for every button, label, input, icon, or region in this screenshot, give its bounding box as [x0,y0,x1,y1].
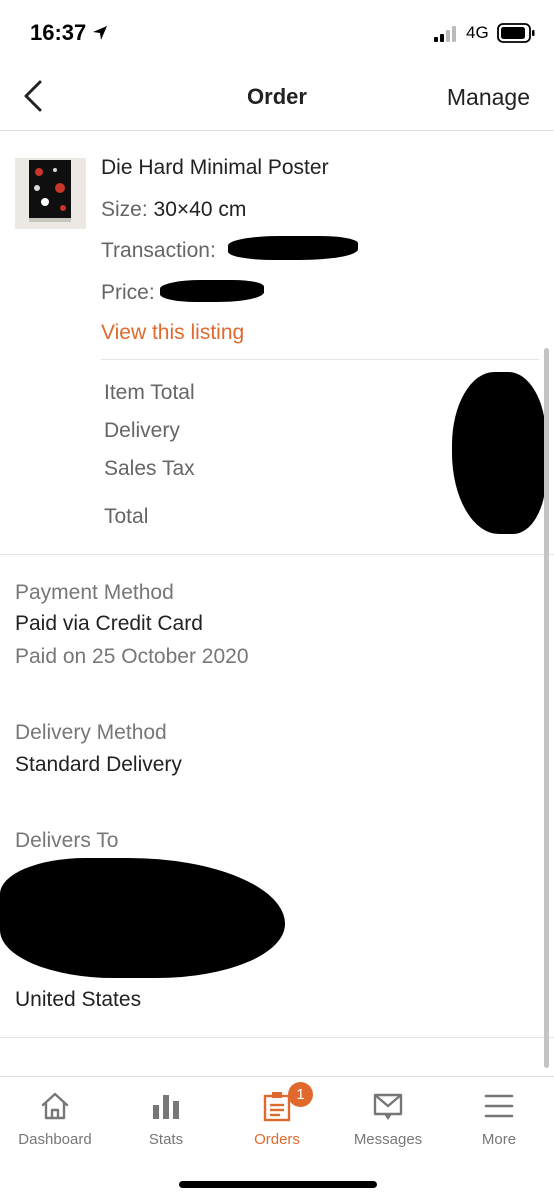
nav-bar: Order Manage [0,64,554,131]
item-total-label: Item Total [104,381,195,404]
signal-icon [434,26,456,42]
delivery-method-value: Standard Delivery [15,753,182,776]
item-title: Die Hard Minimal Poster [101,156,329,179]
delivery-method-label: Delivery Method [15,721,167,744]
view-listing-link[interactable]: View this listing [101,321,244,345]
tab-label: Messages [353,1131,423,1148]
home-icon [41,1092,69,1120]
battery-icon [497,23,535,43]
redaction-mark [228,236,358,260]
transaction-label: Transaction: [101,239,216,262]
item-price: Price: [101,281,155,305]
tab-label: Dashboard [18,1131,92,1148]
chevron-left-icon [24,80,42,112]
size-label: Size: [101,198,148,221]
tab-dashboard[interactable]: Dashboard [0,1077,110,1167]
delivery-cost-label: Delivery [104,419,180,442]
status-time: 16:37 [30,20,87,45]
redaction-mark [0,858,285,978]
tab-label: More [481,1131,517,1148]
item-size: Size: 30×40 cm [101,198,246,222]
poster-image [15,158,86,229]
network-label: 4G [466,23,489,42]
tab-orders[interactable]: Orders [222,1077,332,1167]
item-transaction: Transaction: [101,239,216,263]
scrollbar[interactable] [544,348,549,1068]
manage-button[interactable]: Manage [447,84,530,111]
tab-label: Stats [148,1131,184,1148]
tab-stats[interactable]: Stats [111,1077,221,1167]
address-country: United States [15,988,142,1011]
orders-badge: 1 [288,1082,313,1107]
payment-method-value: Paid via Credit Card [15,612,203,635]
envelope-icon [373,1093,403,1120]
size-value: 30×40 cm [153,198,247,221]
total-label: Total [104,505,149,528]
sales-tax-label: Sales Tax [104,457,195,480]
redaction-mark [452,372,546,534]
product-thumbnail[interactable] [15,158,86,229]
tab-messages[interactable]: Messages [333,1077,443,1167]
back-button[interactable] [16,78,52,114]
price-label: Price: [101,281,155,304]
tab-label: Orders [254,1131,300,1148]
payment-date: Paid on 25 October 2020 [15,645,249,668]
location-arrow-icon [93,26,107,40]
status-bar: 16:37 4G [0,0,554,64]
delivers-to-label: Delivers To [15,829,119,852]
divider [0,554,554,555]
redaction-mark [160,280,264,302]
divider [101,359,539,360]
divider [0,1037,554,1038]
payment-method-label: Payment Method [15,581,174,604]
menu-icon [484,1094,514,1118]
home-indicator [179,1181,377,1188]
bar-chart-icon [153,1095,179,1119]
tab-more[interactable]: More [444,1077,554,1167]
